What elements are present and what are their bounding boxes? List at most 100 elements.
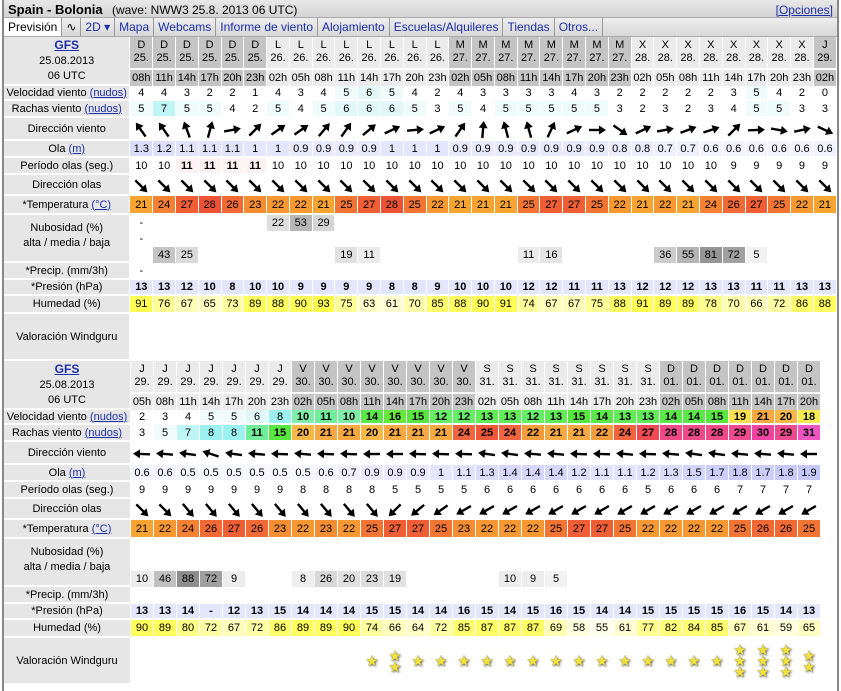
weekday: M <box>455 39 465 51</box>
unit-link[interactable]: (nudos) <box>84 103 121 115</box>
tab-alojamiento[interactable]: Alojamiento <box>318 18 390 36</box>
temperature-cell: 21 <box>677 196 699 215</box>
pressure-cell: 11 <box>586 280 608 296</box>
humidity-cell: 58 <box>568 620 590 638</box>
cloud-high-value <box>453 539 475 555</box>
unit-link[interactable]: (nudos) <box>90 411 127 423</box>
model-link[interactable]: GFS <box>55 362 80 376</box>
row-label-text: *Temperatura <box>22 522 89 535</box>
cloud-high-value <box>292 539 314 555</box>
temperature-cell: 23 <box>453 520 475 539</box>
wind-speed-cell: 10 <box>338 410 360 425</box>
temperature-cell: 25 <box>614 520 636 539</box>
direction-arrow-icon <box>746 118 768 141</box>
pressure-cell: 11 <box>563 280 586 296</box>
unit-link[interactable]: (m) <box>69 143 86 155</box>
tab-informe-de-viento[interactable]: Informe de viento <box>216 18 319 36</box>
cloud-mid-value <box>706 555 728 571</box>
pressure-cell: 15 <box>361 604 383 620</box>
cloud-cell <box>586 215 608 263</box>
precipitation-cell <box>586 263 608 280</box>
temperature-cell: 25 <box>768 196 791 215</box>
weekday: D <box>251 39 260 51</box>
cloud-high-value <box>449 215 471 231</box>
wind-gust-cell: 21 <box>384 425 406 442</box>
precipitation-cell <box>267 263 289 280</box>
temperature-cell: 27 <box>175 196 198 215</box>
temperature-cell: 22 <box>476 520 498 539</box>
pressure-cell: 12 <box>517 280 540 296</box>
pressure-cell: 15 <box>752 604 774 620</box>
wave-height-cell: 0.9 <box>494 141 517 158</box>
direction-arrow-icon <box>499 499 521 520</box>
cloud-low-value <box>768 247 790 263</box>
day-cell: L 26. <box>312 37 335 69</box>
tab-webcams[interactable]: Webcams <box>154 18 217 36</box>
star-icon: ★ <box>641 653 655 670</box>
unit-link[interactable]: (°C) <box>91 199 111 211</box>
tab-previsi-n[interactable]: Previsión <box>4 18 63 36</box>
date: 30. <box>364 376 380 388</box>
weekday: V <box>299 363 307 375</box>
day-cell: M 27. <box>472 37 494 69</box>
cloud-cell <box>199 215 221 263</box>
date: 01. <box>732 376 748 388</box>
wind-gust-cell: 21 <box>568 425 590 442</box>
tab-otros[interactable]: Otros... <box>555 18 604 36</box>
direction-arrow-icon <box>381 118 403 141</box>
day-cell: L 26. <box>289 37 312 69</box>
cloud-high-value <box>677 215 699 231</box>
tab-tiendas[interactable]: Tiendas <box>503 18 555 36</box>
weekday: M <box>478 39 488 51</box>
cloud-mid-value <box>131 555 153 571</box>
precipitation-cell <box>453 587 475 604</box>
direction-arrow-icon <box>518 175 540 196</box>
day-cell: D 01. <box>775 361 797 393</box>
model-link[interactable]: GFS <box>54 38 79 52</box>
date: 30. <box>433 376 449 388</box>
humidity-cell: 88 <box>267 296 289 314</box>
tab-mapa[interactable]: Mapa <box>115 18 155 36</box>
cloud-high-value <box>269 539 291 555</box>
date: 28. <box>657 52 673 64</box>
tab-2d[interactable]: 2D ▾ <box>81 18 116 36</box>
unit-link[interactable]: (°C) <box>92 523 112 535</box>
cloud-cell: 25 <box>175 215 198 263</box>
tab-escuelas-alquileres[interactable]: Escuelas/Alquileres <box>390 18 504 36</box>
date: 26. <box>338 52 354 64</box>
rating-cell: ★ ★ <box>798 638 820 685</box>
hour-cell: 20h <box>221 68 244 86</box>
cloud-cell <box>798 539 820 587</box>
cloud-high-value <box>683 539 705 555</box>
day-cell: M 27. <box>586 37 608 69</box>
unit-link[interactable]: (nudos) <box>85 427 122 439</box>
options-link[interactable]: [Opciones] <box>776 3 833 17</box>
direction-arrow-icon <box>677 175 699 196</box>
wave-period-row: Período olas (seg.) 99999998888555566666… <box>4 482 820 499</box>
precipitation-cell <box>545 587 567 604</box>
wind-speed-cell: 16 <box>384 410 406 425</box>
cloud-cell <box>814 215 836 263</box>
cloud-mid-value: - <box>139 233 144 245</box>
pressure-cell: 13 <box>153 280 175 296</box>
day-cell: J 29. <box>223 361 245 393</box>
cloud-mid-value <box>540 231 562 247</box>
wind-gust-cell: 4 <box>722 101 745 118</box>
unit-link[interactable]: (m) <box>69 467 86 479</box>
wind-speed-cell: 13 <box>476 410 498 425</box>
humidity-cell: 88 <box>608 296 631 314</box>
cloud-high-value <box>176 215 198 231</box>
rating-cell <box>269 638 291 685</box>
humidity-cell: 63 <box>358 296 381 314</box>
cloud-high-value <box>637 539 659 555</box>
weekday: M <box>501 39 511 51</box>
wind-gust-cell: 6 <box>335 101 358 118</box>
weekday: D <box>805 363 813 375</box>
cloud-mid-value <box>545 555 567 571</box>
cloud-mid-value <box>637 555 659 571</box>
wave-chart-icon[interactable]: ∿ <box>62 18 82 36</box>
unit-link[interactable]: (nudos) <box>90 87 127 99</box>
day-cell: M 27. <box>517 37 540 69</box>
rating-cell <box>814 314 836 361</box>
wave-period-cell: 10 <box>426 158 449 175</box>
